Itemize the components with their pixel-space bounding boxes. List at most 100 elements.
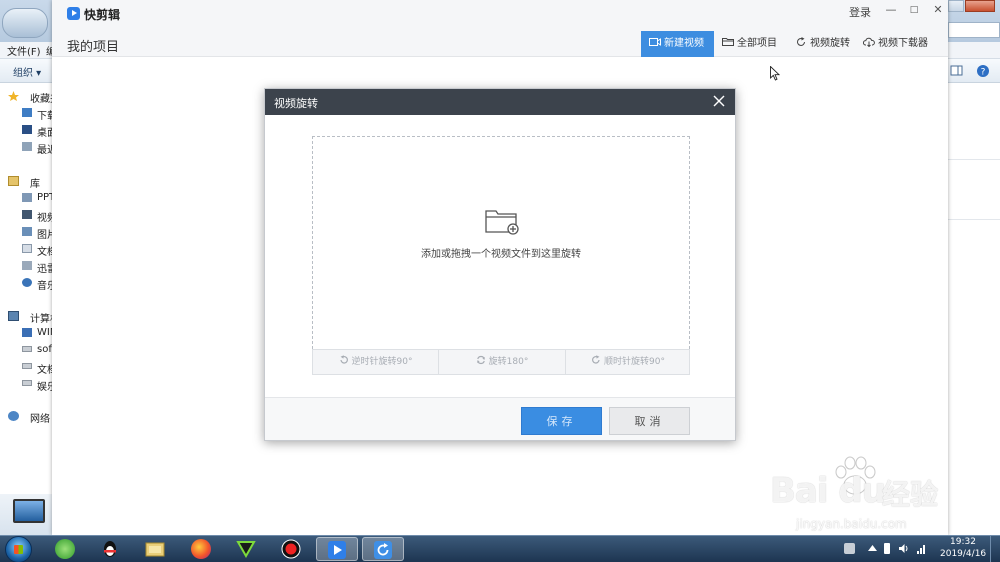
rotate-ccw-icon	[339, 355, 348, 364]
app-name: 快剪辑	[84, 8, 121, 22]
sidebar-item-drive-win[interactable]: WIN	[37, 327, 53, 341]
rotate-app-icon	[374, 541, 392, 559]
add-folder-icon	[485, 210, 519, 235]
folder-icon	[722, 38, 734, 46]
rotate-cw-button[interactable]: 顺时针旋转90°	[566, 350, 690, 374]
page-title: 我的项目	[67, 40, 120, 55]
monitor-icon	[13, 499, 45, 523]
video-camera-icon	[649, 38, 661, 46]
dialog-header: 视频旋转	[265, 89, 735, 115]
taskbar-app-explorer[interactable]	[135, 537, 175, 561]
explorer-search-box[interactable]	[948, 22, 1000, 38]
sidebar-item-desktop[interactable]: 桌面	[37, 124, 53, 138]
firefox-icon	[191, 539, 211, 559]
cloud-download-icon	[863, 37, 875, 47]
show-desktop-button[interactable]	[990, 536, 1000, 562]
rotate-ccw-button[interactable]: 逆时针旋转90°	[313, 350, 438, 374]
save-button[interactable]: 保存	[521, 407, 602, 435]
close-icon[interactable]	[709, 91, 729, 111]
cancel-button[interactable]: 取消	[609, 407, 690, 435]
svg-text:?: ?	[981, 68, 986, 78]
watermark-cn: 经验	[882, 478, 939, 511]
qq-penguin-icon	[104, 541, 116, 557]
explorer-right-controls	[948, 0, 1000, 59]
dialog-footer: 保存 取消	[265, 397, 735, 440]
rotate-180-button[interactable]: 旋转180°	[439, 350, 565, 374]
network-status-icon[interactable]	[916, 543, 927, 554]
keyboard-icon[interactable]	[844, 543, 855, 554]
start-button[interactable]	[5, 536, 32, 562]
video-drop-zone[interactable]: 添加或拖拽一个视频文件到这里旋转	[312, 136, 690, 374]
star-icon	[8, 91, 19, 101]
explorer-close-button[interactable]	[965, 0, 995, 12]
tab-label: 全部项目	[737, 38, 777, 49]
organize-menu[interactable]: 组织 ▾	[13, 64, 41, 79]
watermark-url: jingyan.baidu.com	[796, 517, 907, 531]
baidu-jingyan-watermark: Bai du 经验 jingyan.baidu.com	[770, 455, 970, 535]
rotate-180-icon	[476, 355, 485, 365]
taskbar-app-recorder[interactable]	[271, 537, 311, 561]
dialog-title: 视频旋转	[274, 97, 318, 110]
kuaijianji-icon	[328, 541, 346, 559]
computer-icon	[8, 311, 19, 321]
tab-label: 视频旋转	[810, 38, 850, 49]
sidebar-item-drive-soft[interactable]: soft	[37, 344, 53, 358]
rotate-cw-label: 顺时针旋转90°	[604, 357, 665, 367]
volume-icon[interactable]	[898, 543, 909, 554]
sidebar-item-drive-docs[interactable]: 文档	[37, 361, 53, 375]
tab-new-video[interactable]: 新建视频	[641, 31, 714, 57]
sidebar-item-drive-ent[interactable]: 娱乐	[37, 378, 53, 392]
tab-video-downloader[interactable]: 视频下载器	[863, 31, 928, 57]
taskbar-app-firefox[interactable]	[181, 537, 221, 561]
sidebar-item-ppt[interactable]: PPT	[37, 192, 53, 206]
taskbar-app-qq[interactable]	[90, 537, 130, 561]
watermark-brand: Bai du	[770, 471, 886, 511]
sidebar-item-recent[interactable]: 最近	[37, 141, 53, 155]
sidebar-item-xunlei[interactable]: 迅雷	[37, 260, 53, 274]
taskbar: 19:32 2019/4/16	[0, 535, 1000, 562]
explorer-maximize-button[interactable]	[948, 0, 964, 12]
library-icon	[8, 176, 19, 186]
sidebar-item-documents[interactable]: 文档	[37, 243, 53, 257]
battery-icon[interactable]	[884, 543, 890, 554]
taskbar-app-rotate[interactable]	[362, 537, 404, 561]
show-hidden-icons-icon[interactable]	[867, 543, 878, 554]
mouse-cursor-icon	[770, 66, 780, 81]
app-logo-icon	[67, 7, 80, 20]
network-icon	[8, 411, 19, 421]
taskbar-app-editor[interactable]	[226, 537, 266, 561]
maximize-button[interactable]: □	[905, 2, 923, 18]
tab-label: 新建视频	[664, 38, 704, 49]
explorer-sidebar: 收藏夹 下载 桌面 最近 库 PPT 视频 图片 文档 迅雷 音乐 计算机 WI…	[0, 83, 60, 535]
tab-label: 视频下载器	[878, 38, 928, 49]
taskbar-app-kuaijianji[interactable]	[316, 537, 358, 561]
rotation-toolbar: 逆时针旋转90° 旋转180° 顺时针旋转90°	[312, 349, 690, 375]
minimize-button[interactable]: —	[882, 2, 900, 18]
menu-file[interactable]: 文件(F)	[7, 43, 41, 58]
rotate-ccw-label: 逆时针旋转90°	[351, 357, 413, 367]
sidebar-item-videos[interactable]: 视频	[37, 209, 53, 223]
tab-all-projects[interactable]: 全部项目	[722, 31, 777, 57]
video-editor-icon	[236, 541, 256, 559]
file-explorer-icon	[145, 542, 165, 557]
rotate-180-label: 旋转180°	[488, 357, 529, 367]
rotate-icon	[797, 37, 805, 46]
rotate-cw-icon	[592, 355, 600, 364]
record-icon	[281, 539, 301, 559]
help-icon[interactable]: ?	[976, 64, 990, 78]
close-button[interactable]: ✕	[929, 2, 947, 18]
app-titlebar: 快剪辑 登录 — □ ✕ 我的项目 新建视频 全部项目 视频旋转 视频下载器	[52, 0, 948, 57]
taskbar-app-360browser[interactable]	[45, 537, 85, 561]
sidebar-item-music[interactable]: 音乐	[37, 277, 53, 291]
tab-video-rotate[interactable]: 视频旋转	[795, 31, 850, 57]
video-rotate-dialog: 视频旋转 添加或拖拽一个视频文件到这里旋转 逆时针旋转90° 旋转180° 顺时…	[264, 88, 736, 441]
explorer-back-forward-icon[interactable]	[2, 8, 48, 38]
sidebar-item-pictures[interactable]: 图片	[37, 226, 53, 240]
preview-pane-icon[interactable]	[950, 65, 964, 77]
drop-hint-text: 添加或拖拽一个视频文件到这里旋转	[421, 249, 581, 260]
clock-time[interactable]: 19:32	[950, 537, 976, 547]
clock-date[interactable]: 2019/4/16	[940, 549, 986, 559]
browser-360-icon	[55, 539, 75, 559]
login-link[interactable]: 登录	[849, 4, 871, 20]
sidebar-item-downloads[interactable]: 下载	[37, 107, 53, 121]
